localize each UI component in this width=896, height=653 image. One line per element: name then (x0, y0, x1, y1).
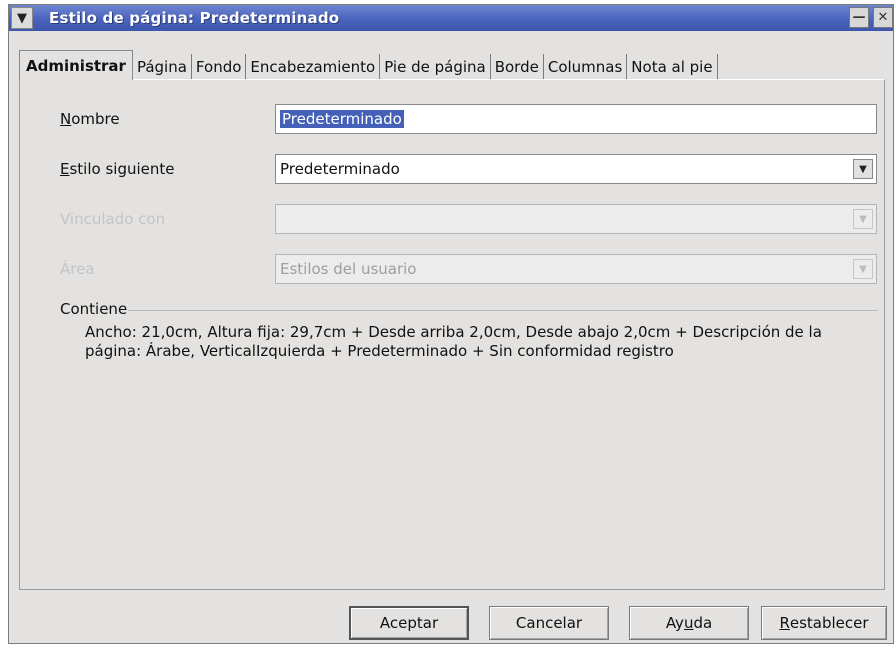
chevron-down-icon[interactable]: ▼ (853, 159, 873, 179)
area-select: Estilos del usuario ▼ (275, 254, 877, 284)
reset-button[interactable]: Restablecer (761, 606, 887, 640)
help-button[interactable]: Ay u da (629, 606, 749, 640)
tab-encabezamiento[interactable]: Encabezamiento (246, 54, 381, 80)
tab-nota-al-pie[interactable]: Nota al pie (627, 54, 718, 80)
name-input-value: Predeterminado (280, 110, 404, 128)
ok-button[interactable]: Aceptar (349, 606, 469, 640)
tab-panel-administrar: Nombre Predeterminado Estilo siguiente P… (19, 79, 885, 590)
name-label: Nombre (60, 110, 120, 128)
cancel-button[interactable]: Cancelar (489, 606, 609, 640)
tab-pagina[interactable]: Página (133, 54, 192, 80)
tab-bar: Administrar Página Fondo Encabezamiento … (19, 50, 718, 80)
dialog-window: ▼ Estilo de página: Predeterminado — ✕ A… (8, 4, 894, 644)
close-icon[interactable]: ✕ (873, 7, 893, 28)
area-label: Área (60, 260, 95, 278)
name-input[interactable]: Predeterminado (275, 104, 877, 134)
next-style-select[interactable]: Predeterminado ▼ (275, 154, 877, 184)
chevron-down-icon: ▼ (853, 259, 873, 279)
title-bar[interactable]: ▼ Estilo de página: Predeterminado — ✕ (9, 5, 893, 31)
area-value: Estilos del usuario (280, 260, 417, 278)
dialog-buttons: Aceptar Cancelar Ay u da Restablecer (9, 606, 893, 640)
linked-with-label: Vinculado con (60, 210, 166, 228)
tab-fondo[interactable]: Fondo (192, 54, 247, 80)
chevron-down-icon[interactable]: ▼ (11, 7, 33, 29)
tab-administrar[interactable]: Administrar (19, 50, 133, 80)
next-style-label: Estilo siguiente (60, 160, 175, 178)
window-title: Estilo de página: Predeterminado (49, 9, 340, 27)
contains-description: Ancho: 21,0cm, Altura fija: 29,7cm + Des… (85, 323, 822, 360)
tab-borde[interactable]: Borde (491, 54, 544, 80)
contains-label: Contiene (60, 300, 128, 318)
chevron-down-icon: ▼ (853, 209, 873, 229)
next-style-value: Predeterminado (280, 160, 400, 178)
tab-pie-de-pagina[interactable]: Pie de página (380, 54, 491, 80)
minimize-icon[interactable]: — (849, 7, 869, 28)
contains-divider (128, 310, 878, 311)
tab-columnas[interactable]: Columnas (544, 54, 628, 80)
linked-with-select: ▼ (275, 204, 877, 234)
